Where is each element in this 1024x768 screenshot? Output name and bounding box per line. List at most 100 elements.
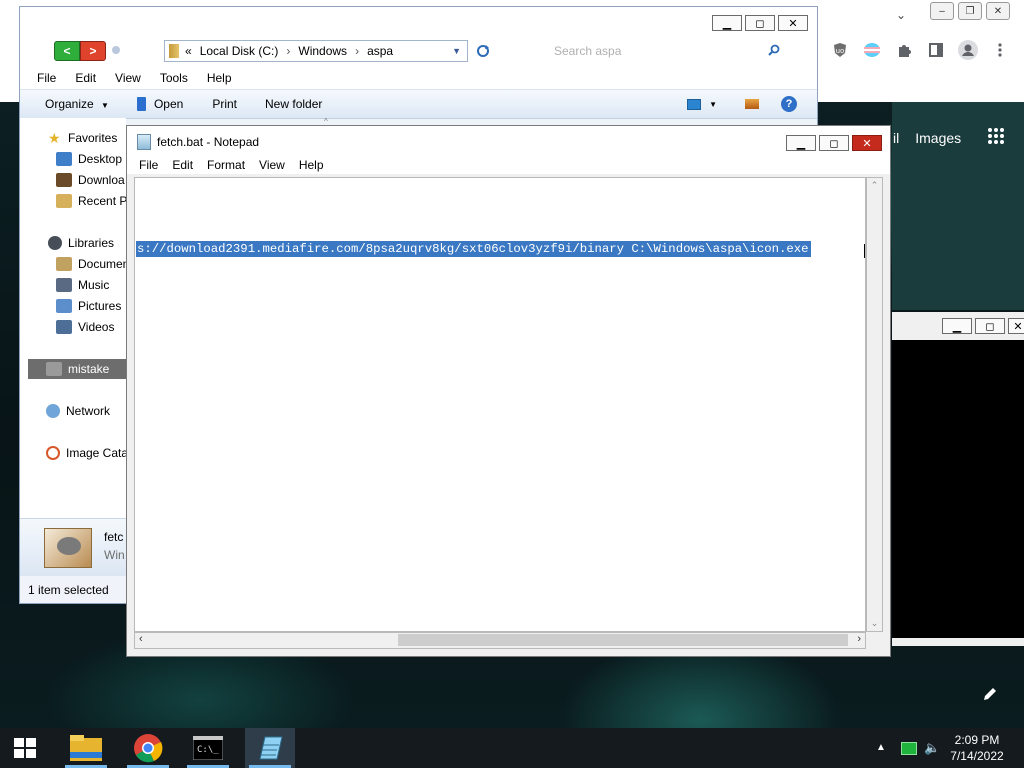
explorer-minimize-button[interactable]: ▁ — [712, 15, 742, 31]
breadcrumb-windows[interactable]: Windows — [298, 44, 347, 58]
clock-time: 2:09 PM — [954, 733, 1000, 747]
cmd-maximize-button[interactable]: ◻ — [975, 318, 1005, 334]
cmd-window-frame — [892, 638, 1024, 646]
notepad-minimize-button[interactable]: ▁ — [786, 135, 816, 151]
pencil-edit-icon[interactable] — [982, 686, 998, 705]
view-options-icon[interactable]: ▼ — [687, 98, 717, 110]
explorer-menu-help[interactable]: Help — [207, 71, 232, 85]
cmd-close-button[interactable]: ✕ — [1008, 318, 1024, 334]
homegroup-icon — [46, 362, 62, 376]
chrome-tab-search-icon[interactable]: ⌄ — [896, 8, 906, 22]
nav-mistake[interactable]: mistake — [46, 362, 109, 376]
nav-desktop[interactable]: Desktop — [56, 152, 122, 166]
forward-arrow-icon[interactable]: > — [80, 41, 106, 61]
nav-network[interactable]: Network — [46, 404, 110, 418]
explorer-menu-view[interactable]: View — [115, 71, 141, 85]
profile-icon[interactable] — [958, 40, 978, 60]
notepad-window-controls: ▁ ◻ ✕ — [786, 135, 882, 151]
nav-documents[interactable]: Documen — [56, 257, 129, 271]
puzzle-icon[interactable] — [894, 40, 914, 60]
chrome-close-button[interactable]: ✕ — [986, 2, 1010, 20]
open-button[interactable]: Open — [136, 97, 183, 111]
explorer-close-button[interactable]: ✕ — [778, 15, 808, 31]
scroll-left-icon[interactable]: ‹ — [139, 633, 143, 645]
horizontal-scroll-thumb[interactable] — [398, 634, 848, 646]
nav-downloads[interactable]: Downloa — [56, 173, 125, 187]
scroll-up-icon[interactable]: ⌃ — [867, 180, 882, 191]
nav-videos[interactable]: Videos — [56, 320, 114, 334]
scroll-down-icon[interactable]: ⌄ — [867, 618, 882, 629]
notepad-menu-file[interactable]: File — [139, 158, 158, 172]
breadcrumb-chevron-icon[interactable]: › — [355, 44, 359, 58]
nav-libraries[interactable]: Libraries — [48, 236, 114, 250]
resize-grip-icon[interactable] — [866, 632, 883, 649]
battery-icon[interactable] — [901, 742, 917, 755]
new-folder-button[interactable]: New folder — [265, 97, 322, 111]
status-text: 1 item selected — [28, 582, 109, 597]
side-panel-icon[interactable] — [926, 40, 946, 60]
volume-icon[interactable]: 🔈 — [924, 740, 940, 756]
notepad-menu-view[interactable]: View — [259, 158, 285, 172]
nav-music[interactable]: Music — [56, 278, 109, 292]
nav-pictures[interactable]: Pictures — [56, 299, 121, 313]
folder-path-icon — [169, 44, 179, 58]
notepad-close-button[interactable]: ✕ — [852, 135, 882, 151]
print-button[interactable]: Print — [212, 97, 237, 111]
gmail-link[interactable]: il — [893, 130, 899, 146]
details-file-type: Win — [104, 548, 125, 562]
search-field[interactable]: Search aspa — [500, 40, 790, 62]
back-arrow-icon[interactable]: < — [54, 41, 80, 61]
notepad-menu-edit[interactable]: Edit — [172, 158, 193, 172]
explorer-menu-tools[interactable]: Tools — [160, 71, 188, 85]
apps-grid-icon[interactable] — [987, 127, 1005, 148]
breadcrumb-overflow[interactable]: « — [185, 44, 192, 58]
notepad-menu-format[interactable]: Format — [207, 158, 245, 172]
taskbar-cmd[interactable]: C:\_ — [183, 728, 233, 768]
chrome-minimize-button[interactable]: – — [930, 2, 954, 20]
breadcrumb-aspa[interactable]: aspa — [367, 44, 393, 58]
address-bar[interactable]: « Local Disk (C:) › Windows › aspa ▼ — [164, 40, 468, 62]
batch-file-icon — [44, 528, 92, 568]
nav-recent-label: Recent P — [78, 194, 128, 208]
organize-button[interactable]: Organize ▼ — [45, 97, 109, 111]
refresh-icon[interactable] — [472, 41, 494, 61]
scroll-right-icon[interactable]: › — [857, 633, 861, 645]
nav-videos-label: Videos — [78, 320, 115, 334]
show-hidden-icons-icon[interactable]: ▲ — [876, 742, 886, 753]
search-icon[interactable] — [768, 44, 780, 59]
start-button[interactable] — [14, 738, 36, 761]
explorer-menu-edit[interactable]: Edit — [75, 71, 96, 85]
breadcrumb-local-disk[interactable]: Local Disk (C:) — [200, 44, 279, 58]
recent-locations-icon[interactable] — [112, 46, 120, 54]
taskbar-chrome[interactable] — [123, 728, 173, 768]
selected-text-line[interactable]: s://download2391.mediafire.com/8psa2uqrv… — [136, 241, 811, 257]
explorer-titlebar — [20, 7, 817, 37]
ublock-icon[interactable]: uo — [830, 40, 850, 60]
preview-pane-icon[interactable] — [745, 99, 759, 109]
help-icon[interactable]: ? — [781, 96, 797, 112]
notepad-vertical-scrollbar[interactable]: ⌃ ⌄ — [866, 177, 883, 632]
chrome-restore-button[interactable]: ❐ — [958, 2, 982, 20]
nav-documents-label: Documen — [78, 257, 130, 271]
cmd-minimize-button[interactable]: ▁ — [942, 318, 972, 334]
system-clock[interactable]: 2:09 PM 7/14/2022 — [944, 732, 1010, 766]
trans-flag-icon[interactable] — [862, 40, 882, 60]
taskbar-file-explorer[interactable] — [61, 728, 111, 768]
nav-favorites[interactable]: ★ Favorites — [48, 131, 117, 145]
nav-image-catalog-label: Image Cata — [66, 446, 129, 460]
breadcrumb-chevron-icon[interactable]: › — [286, 44, 290, 58]
nav-image-catalog[interactable]: Image Cata — [46, 446, 128, 460]
notepad-menu-help[interactable]: Help — [299, 158, 324, 172]
nav-network-label: Network — [66, 404, 111, 418]
chrome-toolbar-extensions: uo — [830, 40, 1010, 60]
explorer-menu-file[interactable]: File — [37, 71, 56, 85]
taskbar-notepad[interactable] — [245, 728, 295, 768]
notepad-text-area[interactable]: s://download2391.mediafire.com/8psa2uqrv… — [134, 177, 866, 632]
explorer-maximize-button[interactable]: ◻ — [745, 15, 775, 31]
nav-recent-places[interactable]: Recent P — [56, 194, 127, 208]
cmd-console[interactable] — [892, 340, 1024, 638]
address-dropdown-icon[interactable]: ▼ — [452, 46, 461, 56]
notepad-maximize-button[interactable]: ◻ — [819, 135, 849, 151]
images-link[interactable]: Images — [915, 130, 961, 146]
menu-dots-icon[interactable] — [990, 40, 1010, 60]
